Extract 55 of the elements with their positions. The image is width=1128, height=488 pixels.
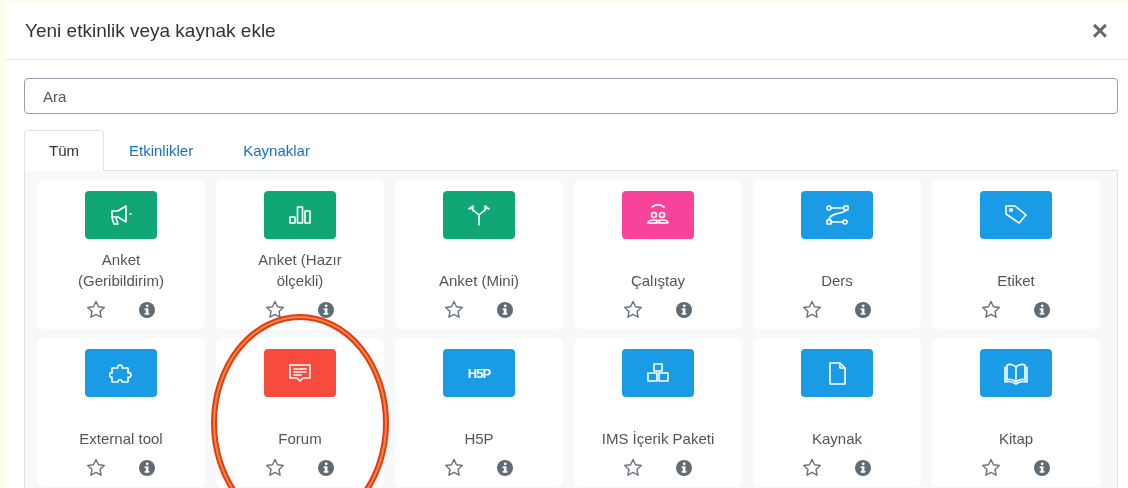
star-icon[interactable] <box>981 458 1001 477</box>
star-icon[interactable] <box>444 300 464 319</box>
activity-name: Anket (Hazır ölçekli) <box>257 250 343 291</box>
star-icon[interactable] <box>623 300 643 319</box>
activity-card[interactable]: Kaynak <box>753 338 921 487</box>
activity-card[interactable]: IMS İçerik Paketi <box>574 338 742 487</box>
star-icon[interactable] <box>623 458 643 477</box>
activity-card[interactable]: Çalıştay <box>574 180 742 329</box>
activity-card[interactable]: Anket (Geribildirim) <box>37 180 205 329</box>
activity-card[interactable]: Anket (Hazır ölçekli) <box>216 180 384 329</box>
info-icon[interactable] <box>496 458 514 477</box>
star-icon[interactable] <box>444 458 464 477</box>
tab[interactable]: Tüm <box>24 130 104 171</box>
info-icon[interactable] <box>675 300 693 319</box>
activity-name: Çalıştay <box>630 271 686 291</box>
activity-name: Kitap <box>998 429 1034 449</box>
star-icon[interactable] <box>86 458 106 477</box>
activity-name: Ders <box>821 271 853 291</box>
close-button[interactable]: × <box>1087 16 1112 45</box>
info-icon[interactable] <box>138 458 156 477</box>
info-icon[interactable] <box>496 300 514 319</box>
activity-name: Anket (Mini) <box>439 271 519 291</box>
info-icon[interactable] <box>138 300 156 319</box>
info-icon[interactable] <box>1033 300 1051 319</box>
activity-card[interactable]: External tool <box>37 338 205 487</box>
star-icon[interactable] <box>981 300 1001 319</box>
activity-name: External tool <box>79 429 163 449</box>
activity-name: Forum <box>278 429 322 449</box>
star-icon[interactable] <box>265 458 285 477</box>
activity-card[interactable]: H5P H5P <box>395 338 563 487</box>
info-icon[interactable] <box>1033 458 1051 477</box>
info-icon[interactable] <box>854 458 872 477</box>
star-icon[interactable] <box>802 300 822 319</box>
tab[interactable]: Kaynaklar <box>218 130 335 171</box>
activity-card[interactable]: Anket (Mini) <box>395 180 563 329</box>
activity-name: Etiket <box>997 271 1035 291</box>
star-icon[interactable] <box>86 300 106 319</box>
info-icon[interactable] <box>854 300 872 319</box>
info-icon[interactable] <box>317 300 335 319</box>
activity-name: Kaynak <box>811 429 862 449</box>
activity-card[interactable]: Ders <box>753 180 921 329</box>
star-icon[interactable] <box>265 300 285 319</box>
activity-name: H5P <box>464 429 494 449</box>
activity-card[interactable]: Kitap <box>932 338 1100 487</box>
info-icon[interactable] <box>317 458 335 477</box>
activity-card[interactable]: Etiket <box>932 180 1100 329</box>
info-icon[interactable] <box>675 458 693 477</box>
h5p-icon: H5P <box>443 349 515 398</box>
star-icon[interactable] <box>802 458 822 477</box>
search-field[interactable]: Ara <box>24 78 1118 114</box>
activity-card[interactable]: Forum <box>216 338 384 487</box>
dialog-title: Yeni etkinlik veya kaynak ekle <box>25 19 276 42</box>
activity-name: Anket (Geribildirim) <box>77 250 165 291</box>
tab[interactable]: Etkinlikler <box>104 130 219 171</box>
activity-name: IMS İçerik Paketi <box>601 429 715 449</box>
